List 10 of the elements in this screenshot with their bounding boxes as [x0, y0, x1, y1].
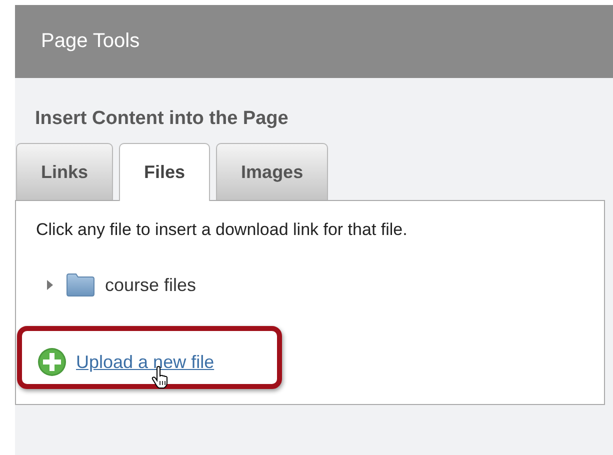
folder-label[interactable]: course files [105, 274, 196, 296]
panel-title: Page Tools [41, 30, 140, 52]
tab[interactable]: Files [119, 143, 210, 201]
tab[interactable]: Links [16, 143, 114, 200]
upload-link[interactable]: Upload a new file [76, 352, 214, 372]
section-heading: Insert Content into the Page [35, 108, 290, 130]
tab[interactable]: Images [216, 143, 328, 200]
instruction-text: Click any file to insert a download link for that file. [36, 220, 408, 240]
plus-icon [37, 347, 67, 377]
folder-icon [66, 273, 95, 297]
